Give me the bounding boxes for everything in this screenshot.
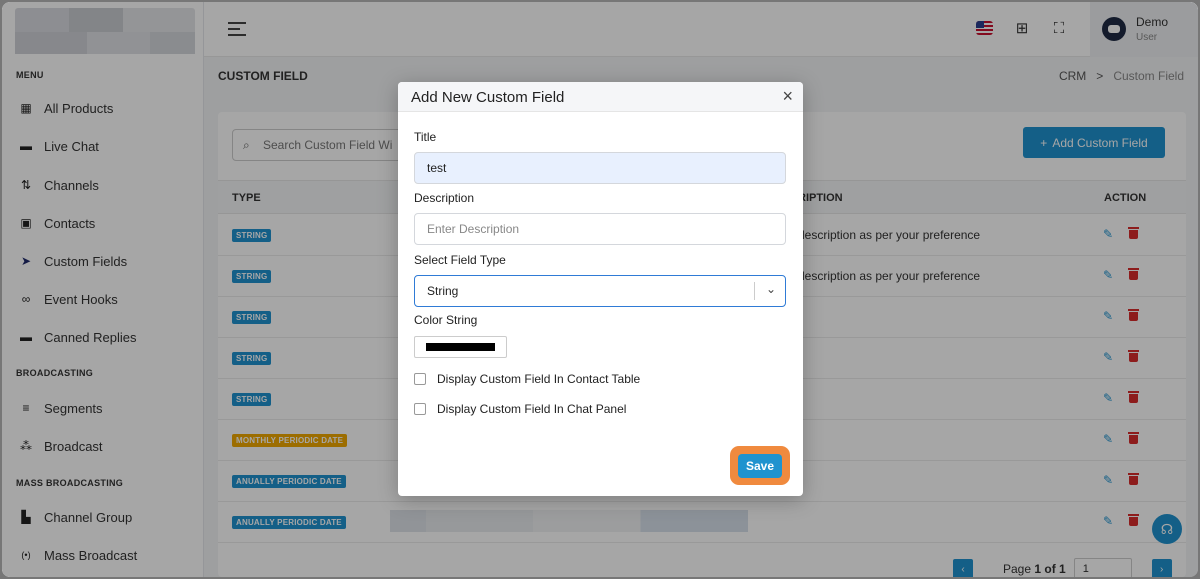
save-button-highlight: Save [730,446,790,485]
modal-header: Add New Custom Field × [398,82,803,112]
add-custom-field-modal: Add New Custom Field × Title test Descri… [398,82,803,496]
close-icon[interactable]: × [782,86,793,107]
chat-panel-checkbox[interactable]: Display Custom Field In Chat Panel [414,402,626,416]
title-value: test [427,161,447,175]
checkbox-box[interactable] [414,403,426,415]
app-window: MENU ▦ All Products ▬ Live Chat ⇅ Channe… [2,2,1198,577]
color-picker[interactable] [414,336,507,358]
title-field[interactable]: test [414,152,786,184]
checkbox-box[interactable] [414,373,426,385]
contact-table-checkbox[interactable]: Display Custom Field In Contact Table [414,372,640,386]
field-type-value: String [427,284,459,298]
title-label: Title [414,130,437,144]
select-separator [754,282,755,300]
checkbox-label: Display Custom Field In Contact Table [437,372,641,386]
color-swatch [426,343,495,351]
checkbox-label: Display Custom Field In Chat Panel [437,402,627,416]
description-field[interactable]: Enter Description [414,213,786,245]
description-label: Description [414,191,475,205]
color-label: Color String [414,313,478,327]
field-type-select[interactable]: String ⌄ [414,275,786,307]
save-button[interactable]: Save [738,453,782,478]
description-placeholder: Enter Description [427,222,520,236]
field-type-label: Select Field Type [414,253,506,267]
modal-title: Add New Custom Field [411,89,565,106]
chevron-down-icon[interactable]: ⌄ [766,282,776,296]
